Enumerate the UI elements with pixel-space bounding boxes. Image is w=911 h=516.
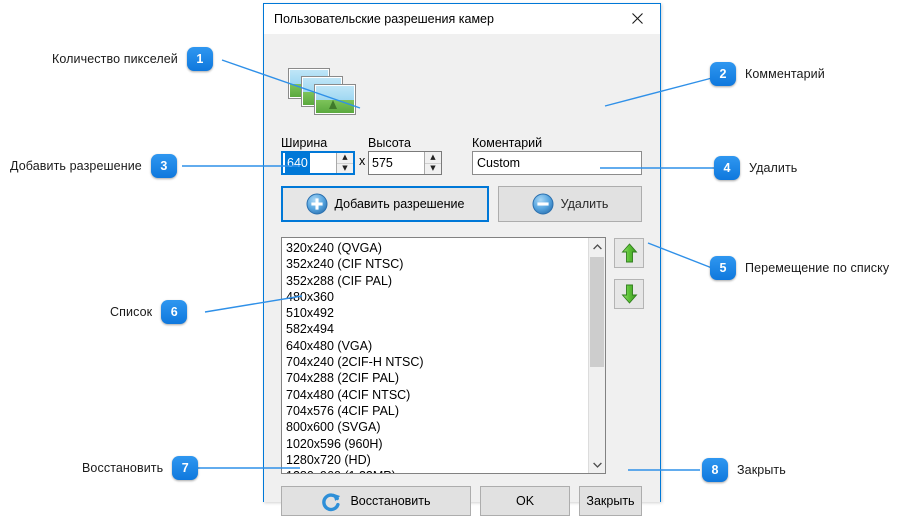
list-item[interactable]: 352x240 (CIF NTSC) [286, 256, 588, 272]
minus-circle-icon [532, 193, 554, 215]
list-item[interactable]: 800x600 (SVGA) [286, 419, 588, 435]
callout-5-label: Перемещение по списку [745, 261, 890, 275]
chevron-down-glyph [592, 462, 602, 468]
callout-6-label: Список [110, 305, 153, 319]
callout-4-label: Удалить [749, 161, 798, 175]
callout-7-label: Восстановить [82, 461, 164, 475]
close-label: Закрыть [586, 494, 635, 508]
list-item[interactable]: 704x288 (2CIF PAL) [286, 370, 588, 386]
height-input-area[interactable]: 575 [369, 152, 424, 174]
restore-label: Восстановить [350, 494, 431, 508]
callout-6: Список 6 [110, 300, 188, 324]
ok-button[interactable]: OK [480, 486, 570, 516]
resolution-list[interactable]: 320x240 (QVGA) 352x240 (CIF NTSC) 352x28… [281, 237, 606, 474]
height-spin-buttons[interactable]: ▲ ▼ [424, 152, 441, 174]
scrollbar-up-icon[interactable] [589, 238, 605, 255]
callout-1: Количество пикселей 1 [52, 47, 213, 71]
callout-7: Восстановить 7 [82, 456, 199, 480]
callout-4-badge: 4 [714, 156, 740, 180]
callout-8: 8 Закрыть [702, 458, 786, 482]
list-item[interactable]: 1020x596 (960H) [286, 436, 588, 452]
refresh-circle-icon [322, 493, 341, 512]
resolution-list-items[interactable]: 320x240 (QVGA) 352x240 (CIF NTSC) 352x28… [282, 238, 588, 473]
dialog-body: Ширина Высота Коментарий 640 ▲ ▼ x 575 ▲… [264, 34, 660, 516]
move-down-button[interactable] [614, 279, 644, 309]
callout-3-label: Добавить разрешение [10, 159, 142, 173]
height-label: Высота [368, 136, 411, 150]
callout-8-label: Закрыть [737, 463, 786, 477]
close-glyph [632, 13, 643, 24]
width-value[interactable]: 640 [285, 153, 310, 173]
list-item[interactable]: 1280x720 (HD) [286, 452, 588, 468]
list-item[interactable]: 510x492 [286, 305, 588, 321]
height-value[interactable]: 575 [369, 152, 396, 174]
delete-button[interactable]: Удалить [498, 186, 642, 222]
callout-2: 2 Комментарий [710, 62, 825, 86]
callout-7-badge: 7 [172, 456, 199, 480]
callout-6-badge: 6 [161, 300, 188, 324]
callout-5: 5 Перемещение по списку [710, 256, 889, 280]
callout-3-badge: 3 [150, 154, 177, 178]
callout-1-label: Количество пикселей [52, 52, 178, 66]
comment-field[interactable] [472, 151, 642, 175]
width-spin-up-icon[interactable]: ▲ [337, 153, 353, 164]
height-spin-up-icon[interactable]: ▲ [425, 152, 441, 164]
ok-label: OK [515, 494, 535, 508]
delete-label: Удалить [560, 197, 609, 211]
callout-4: 4 Удалить [714, 156, 797, 180]
list-item[interactable]: 352x288 (CIF PAL) [286, 273, 588, 289]
callout-8-badge: 8 [702, 458, 728, 482]
plus-circle-icon [306, 193, 328, 215]
list-item[interactable]: 640x480 (VGA) [286, 338, 588, 354]
comment-label: Коментарий [472, 136, 543, 150]
photo-thumb-small [314, 84, 356, 115]
list-item[interactable]: 1280x960 (1.22MP) [286, 468, 588, 473]
comment-input[interactable] [473, 152, 641, 174]
callout-2-badge: 2 [710, 62, 736, 86]
arrow-up-icon [621, 243, 637, 263]
list-item[interactable]: 704x480 (4CIF NTSC) [286, 387, 588, 403]
dimension-separator: x [359, 154, 366, 168]
restore-button[interactable]: Восстановить [281, 486, 471, 516]
height-spin-down-icon[interactable]: ▼ [425, 163, 441, 174]
camera-resolutions-icon [288, 68, 356, 116]
callout-3: Добавить разрешение 3 [10, 154, 177, 178]
dialog-title: Пользовательские разрешения камер [274, 11, 494, 26]
list-item[interactable]: 704x240 (2CIF-H NTSC) [286, 354, 588, 370]
callout-1-badge: 1 [186, 47, 213, 71]
width-spin-buttons[interactable]: ▲ ▼ [336, 153, 353, 173]
list-item[interactable]: 704x576 (4CIF PAL) [286, 403, 588, 419]
close-button[interactable]: Закрыть [579, 486, 642, 516]
camera-resolutions-dialog: Пользовательские разрешения камер Ширина… [263, 3, 661, 516]
width-stepper[interactable]: 640 ▲ ▼ [281, 151, 355, 175]
callout-5-badge: 5 [710, 256, 736, 280]
scrollbar-thumb[interactable] [590, 257, 604, 367]
width-spin-down-icon[interactable]: ▼ [337, 163, 353, 173]
list-scrollbar[interactable] [588, 238, 605, 473]
dialog-titlebar[interactable]: Пользовательские разрешения камер [264, 4, 660, 34]
list-item[interactable]: 582x494 [286, 321, 588, 337]
list-item[interactable]: 320x240 (QVGA) [286, 240, 588, 256]
chevron-up-glyph [592, 243, 602, 249]
close-icon[interactable] [615, 4, 660, 33]
scrollbar-down-icon[interactable] [589, 456, 605, 473]
width-label: Ширина [281, 136, 328, 150]
height-stepper[interactable]: 575 ▲ ▼ [368, 151, 442, 175]
move-up-button[interactable] [614, 238, 644, 268]
callout-2-label: Комментарий [745, 67, 825, 81]
arrow-down-icon [621, 284, 637, 304]
width-input-area[interactable]: 640 [283, 153, 336, 173]
list-item[interactable]: 480x360 [286, 289, 588, 305]
add-resolution-label: Добавить разрешение [334, 197, 465, 211]
add-resolution-button[interactable]: Добавить разрешение [281, 186, 489, 222]
